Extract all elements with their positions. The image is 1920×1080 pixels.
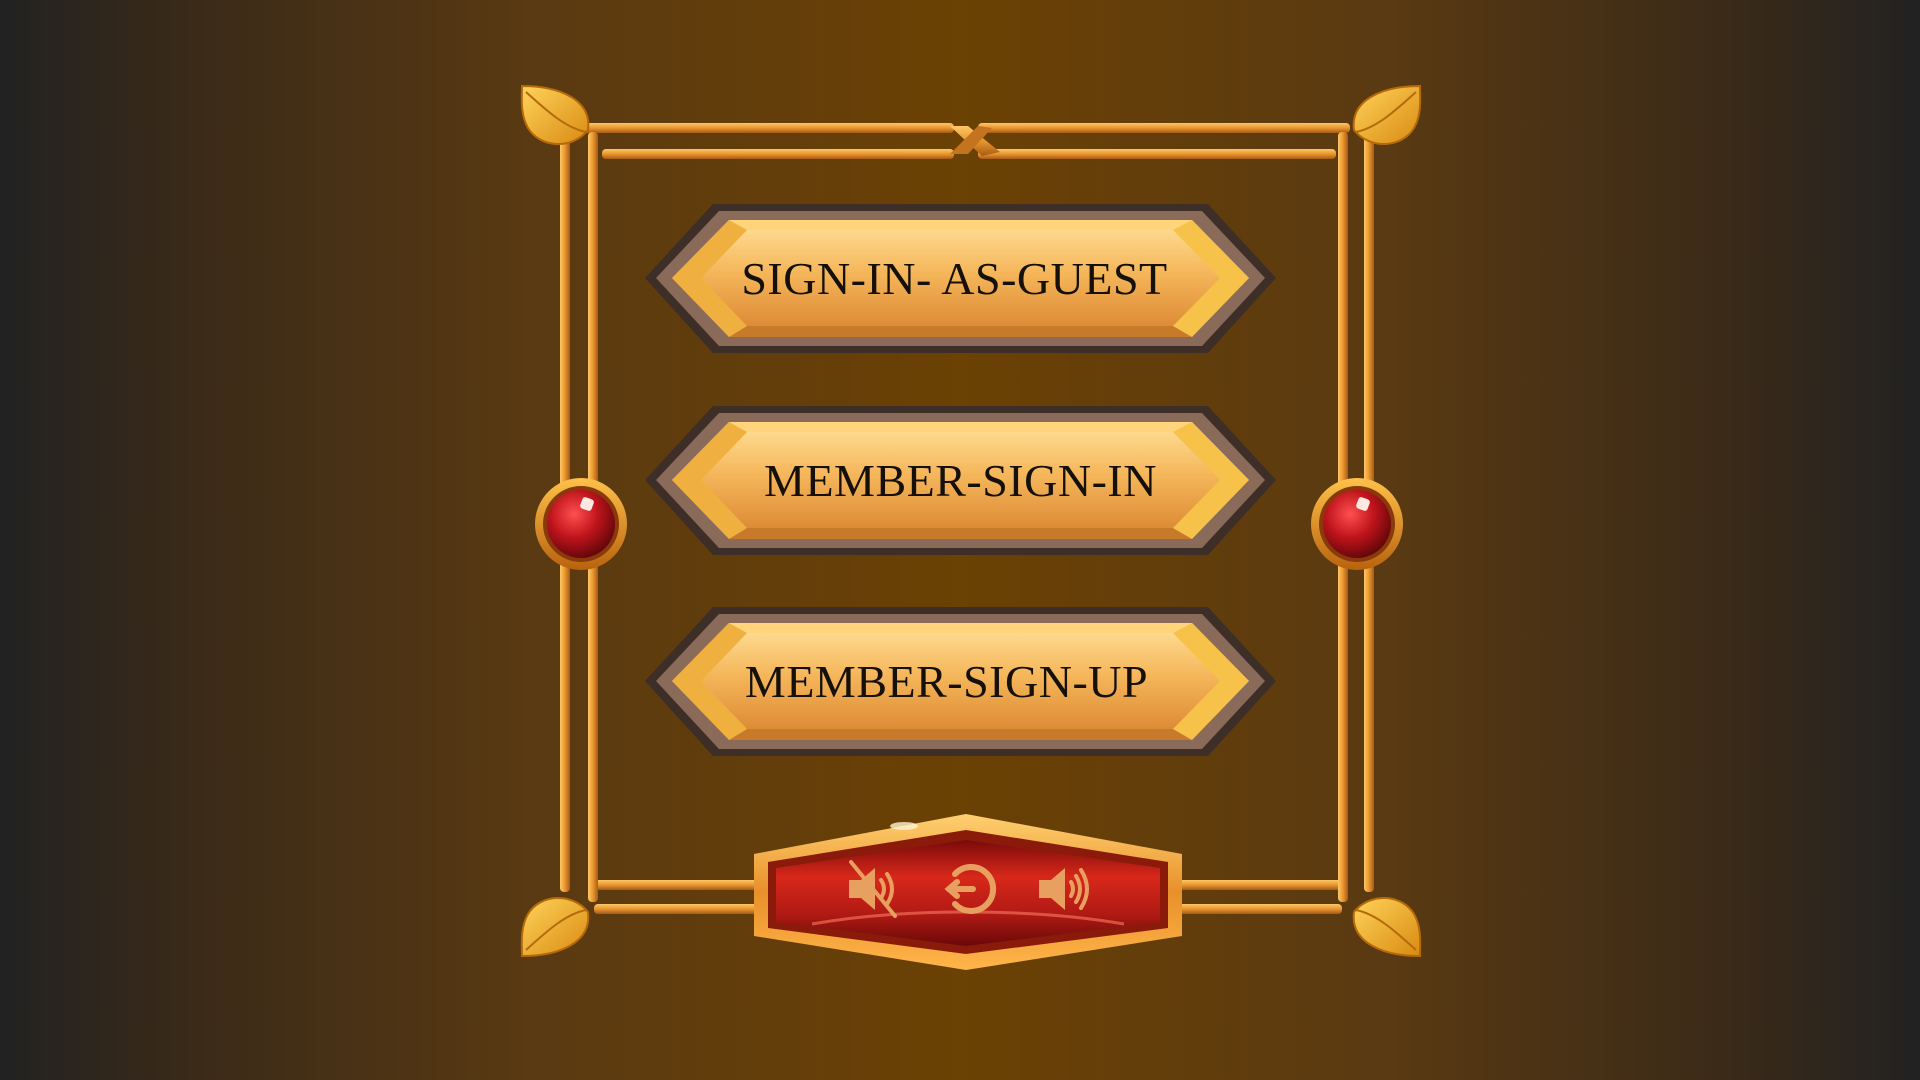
ruby-gem-right <box>1311 478 1403 570</box>
mute-button[interactable] <box>843 858 905 920</box>
leaf-ornament-bottom-right <box>1352 897 1422 958</box>
leaf-ornament-bottom-left <box>520 897 590 958</box>
member-sign-up-label: MEMBER-SIGN-UP <box>744 656 1149 707</box>
exit-button[interactable] <box>939 858 1001 920</box>
leaf-ornament-top-left <box>520 84 590 145</box>
power-exit-icon <box>944 864 997 914</box>
game-menu-scene: SIGN-IN- AS-GUEST MEMBER-SIGN-IN MEMBER-… <box>0 0 1920 1080</box>
speaker-sound-icon <box>1039 868 1089 910</box>
sound-button[interactable] <box>1033 858 1095 920</box>
member-sign-in-label: MEMBER-SIGN-IN <box>764 455 1157 506</box>
leaf-ornament-top-right <box>1352 84 1422 145</box>
sign-in-as-guest-button[interactable]: SIGN-IN- AS-GUEST <box>643 202 1278 355</box>
member-sign-in-button[interactable]: MEMBER-SIGN-IN <box>643 404 1278 557</box>
member-sign-up-button[interactable]: MEMBER-SIGN-UP <box>643 605 1278 758</box>
sign-in-as-guest-label: SIGN-IN- AS-GUEST <box>741 253 1168 304</box>
ruby-gem-left <box>535 478 627 570</box>
speaker-muted-icon <box>849 860 897 918</box>
